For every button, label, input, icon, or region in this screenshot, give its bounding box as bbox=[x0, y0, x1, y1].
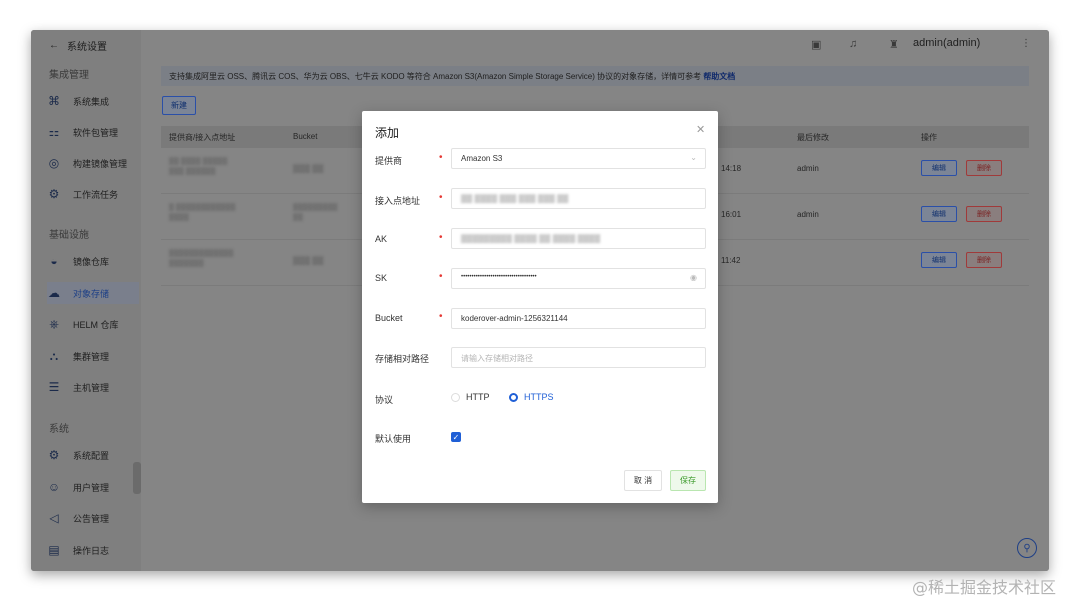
build-image-icon: ◎ bbox=[48, 156, 60, 170]
help-docs-link[interactable]: 帮助文档 bbox=[703, 72, 735, 81]
column-header-bucket: Bucket bbox=[293, 132, 318, 141]
sidebar-item-helm[interactable]: ⎈ HELM 仓库 bbox=[47, 313, 139, 335]
registry-icon: ◒ bbox=[50, 254, 58, 268]
sidebar-item-clusters[interactable]: ⛬ 集群管理 bbox=[47, 345, 139, 367]
radio-circle bbox=[509, 392, 518, 402]
bucket-label: Bucket bbox=[375, 313, 403, 323]
ak-label: AK bbox=[375, 234, 388, 244]
sidebar-item-users[interactable]: ☺ 用户管理 bbox=[47, 476, 139, 498]
info-notice: 支持集成阿里云 OSS、腾讯云 COS、华为云 OBS、七牛云 KODO 等符合… bbox=[161, 66, 1029, 86]
row-bucket-redacted: ▒▒▒▒▒▒▒▒▒ ▒▒ bbox=[293, 204, 338, 221]
sidebar: ← 系统设置 集成管理 ⌘ 系统集成 ⚏ 软件包管理 ◎ 构建镜像管理 ⚙ 工作流任务 … bbox=[31, 30, 141, 571]
docs-icon[interactable]: ▣ bbox=[811, 38, 821, 51]
sidebar-section-integration: 集成管理 bbox=[49, 70, 89, 81]
edit-button[interactable]: 编辑 bbox=[921, 252, 957, 268]
bell-icon[interactable]: ♫ bbox=[849, 38, 857, 50]
row-modified-time: 11:42 bbox=[721, 256, 741, 265]
column-header-actions: 操作 bbox=[921, 133, 937, 142]
radio-http[interactable]: HTTP bbox=[451, 392, 490, 402]
sidebar-item-object-storage[interactable]: ☁ 对象存储 bbox=[47, 282, 139, 304]
sk-label: SK bbox=[375, 273, 388, 283]
new-button[interactable]: 新建 bbox=[162, 96, 196, 115]
arrow-left-icon: ← bbox=[49, 40, 59, 51]
default-checkbox[interactable]: ✓ bbox=[451, 432, 461, 442]
package-icon: ⚏ bbox=[48, 125, 60, 139]
row-bucket-redacted: ▒▒▒ ▒▒ bbox=[293, 256, 324, 265]
column-header-modified: 最后修改 bbox=[797, 133, 829, 142]
announcement-icon: ◁ bbox=[49, 511, 59, 525]
gear-icon: ⚙ bbox=[48, 448, 60, 462]
bucket-input[interactable]: koderover-admin-1256321144 bbox=[451, 308, 706, 329]
host-icon: ☰ bbox=[48, 380, 60, 394]
endpoint-value-redacted: ▒▒ ▒▒▒▒ ▒▒▒ ▒▒▒ ▒▒▒ ▒▒ bbox=[461, 194, 569, 203]
back-button[interactable]: ← 系统设置 bbox=[49, 38, 107, 53]
sidebar-item-packages[interactable]: ⚏ 软件包管理 bbox=[47, 121, 139, 143]
link-icon[interactable]: ⚲ bbox=[1017, 538, 1037, 558]
sidebar-title: 系统设置 bbox=[67, 42, 107, 53]
more-icon[interactable]: ⋮ bbox=[1021, 38, 1031, 49]
sidebar-item-announcements[interactable]: ◁ 公告管理 bbox=[47, 507, 139, 529]
avatar[interactable]: ♜ bbox=[889, 38, 899, 51]
eye-icon[interactable]: ◉ bbox=[690, 273, 697, 282]
log-icon: ▤ bbox=[48, 543, 60, 557]
dialog-title: 添加 bbox=[375, 126, 400, 140]
required-mark: • bbox=[439, 232, 443, 243]
ak-input[interactable]: ▒▒▒▒▒▒▒▒▒ ▒▒▒▒ ▒▒ ▒▒▒▒ ▒▒▒▒ bbox=[451, 228, 706, 249]
required-mark: • bbox=[439, 192, 443, 203]
row-provider-redacted: ▒ ▒▒▒▒▒▒▒▒▒▒▒▒ ▒▒▒▒ bbox=[169, 204, 236, 221]
path-input[interactable]: 请输入存储相对路径 bbox=[451, 347, 706, 368]
required-mark: • bbox=[439, 311, 443, 322]
endpoint-input[interactable]: ▒▒ ▒▒▒▒ ▒▒▒ ▒▒▒ ▒▒▒ ▒▒ bbox=[451, 188, 706, 209]
sidebar-section-system: 系统 bbox=[49, 424, 69, 435]
row-provider-redacted: ▒▒ ▒▒▒▒ ▒▒▒▒▒ ▒▒▒ ▒▒▒▒▒▒ bbox=[169, 158, 228, 175]
user-name[interactable]: admin(admin) bbox=[913, 37, 980, 49]
row-provider-redacted: ▒▒▒▒▒▒▒▒▒▒▒▒▒ ▒▒▒▒▒▒▒ bbox=[169, 250, 234, 267]
edit-button[interactable]: 编辑 bbox=[921, 206, 957, 222]
sidebar-scrollbar[interactable] bbox=[133, 462, 141, 494]
save-button[interactable]: 保存 bbox=[670, 470, 706, 491]
sk-password-input[interactable]: •••••••••••••••••••••••••••••••••••• ◉ bbox=[451, 268, 706, 289]
puzzle-icon: ⌘ bbox=[48, 94, 60, 108]
row-modifier: admin bbox=[797, 210, 819, 219]
row-bucket-redacted: ▒▒▒ ▒▒ bbox=[293, 164, 324, 173]
radio-https[interactable]: HTTPS bbox=[509, 392, 554, 402]
path-label: 存储相对路径 bbox=[375, 354, 430, 364]
provider-select[interactable]: Amazon S3 ⌄ bbox=[451, 148, 706, 169]
delete-button[interactable]: 删除 bbox=[966, 252, 1002, 268]
delete-button[interactable]: 删除 bbox=[966, 160, 1002, 176]
topbar: ▣ ♫ ♜ admin(admin) ⋮ bbox=[141, 30, 1049, 60]
edit-button[interactable]: 编辑 bbox=[921, 160, 957, 176]
protocol-label: 协议 bbox=[375, 395, 394, 405]
delete-button[interactable]: 删除 bbox=[966, 206, 1002, 222]
sidebar-item-workflow-tasks[interactable]: ⚙ 工作流任务 bbox=[47, 183, 139, 205]
watermark: @稀土掘金技术社区 bbox=[912, 578, 1057, 597]
chevron-down-icon: ⌄ bbox=[690, 153, 697, 162]
sidebar-item-operation-logs[interactable]: ▤ 操作日志 bbox=[47, 539, 139, 561]
row-modified-time: 16:01 bbox=[721, 210, 742, 219]
required-mark: • bbox=[439, 152, 443, 163]
cluster-icon: ⛬ bbox=[49, 348, 59, 363]
helm-icon: ⎈ bbox=[49, 316, 59, 331]
required-mark: • bbox=[439, 271, 443, 282]
sidebar-item-build-images[interactable]: ◎ 构建镜像管理 bbox=[47, 152, 139, 174]
default-label: 默认使用 bbox=[375, 434, 412, 444]
sidebar-item-registry[interactable]: ◒ 镜像仓库 bbox=[47, 250, 139, 272]
add-storage-dialog: 添加 ✕ 提供商 • Amazon S3 ⌄ 接入点地址 • ▒▒ ▒▒▒▒ ▒… bbox=[362, 111, 718, 503]
sidebar-item-system-config[interactable]: ⚙ 系统配置 bbox=[47, 444, 139, 466]
sidebar-section-infrastructure: 基础设施 bbox=[49, 230, 89, 241]
close-icon[interactable]: ✕ bbox=[696, 123, 705, 136]
row-modified-time: 14:18 bbox=[721, 164, 742, 173]
cloud-icon: ☁ bbox=[48, 286, 60, 300]
provider-label: 提供商 bbox=[375, 156, 403, 166]
sidebar-item-system-integration[interactable]: ⌘ 系统集成 bbox=[47, 90, 139, 112]
endpoint-label: 接入点地址 bbox=[375, 196, 421, 206]
ak-value-redacted: ▒▒▒▒▒▒▒▒▒ ▒▒▒▒ ▒▒ ▒▒▒▒ ▒▒▒▒ bbox=[461, 234, 601, 243]
workflow-icon: ⚙ bbox=[48, 187, 60, 201]
row-modifier: admin bbox=[797, 164, 819, 173]
user-icon: ☺ bbox=[47, 480, 61, 494]
radio-circle bbox=[451, 392, 460, 402]
cancel-button[interactable]: 取 消 bbox=[624, 470, 662, 491]
column-header-provider: 提供商/接入点地址 bbox=[169, 133, 236, 142]
sidebar-item-hosts[interactable]: ☰ 主机管理 bbox=[47, 376, 139, 398]
